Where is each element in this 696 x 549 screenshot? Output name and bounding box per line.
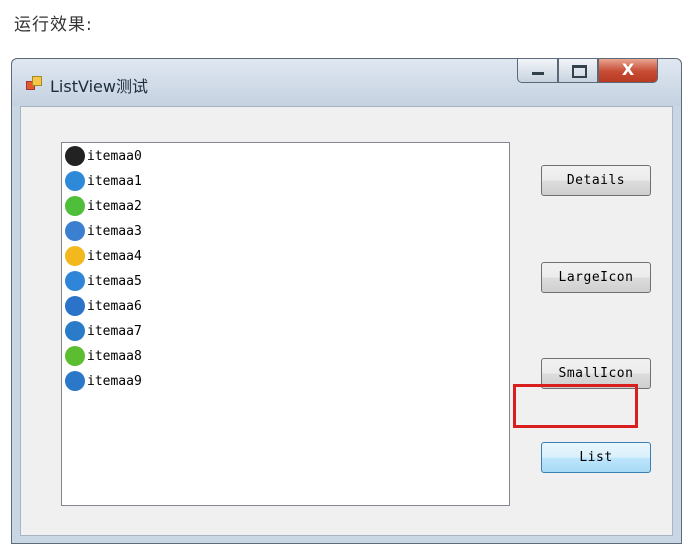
- list-item[interactable]: itemaa8: [65, 346, 142, 366]
- window-title: ListView测试: [50, 77, 148, 96]
- qq-yellow-icon: [65, 246, 85, 266]
- large-icon-button[interactable]: LargeIcon: [541, 262, 651, 293]
- close-icon: X: [621, 60, 635, 79]
- minimize-button[interactable]: [517, 59, 558, 83]
- maximize-icon: [572, 65, 587, 78]
- qq-green-icon: [65, 196, 85, 216]
- list-item[interactable]: itemaa7: [65, 321, 142, 341]
- list-item[interactable]: itemaa0: [65, 146, 142, 166]
- listview[interactable]: itemaa0 itemaa1 itemaa2 itemaa3 itemaa4 …: [61, 142, 510, 506]
- title-bar[interactable]: ListView测试 X: [12, 59, 681, 106]
- highlight-box: [513, 384, 638, 428]
- list-item[interactable]: itemaa1: [65, 171, 142, 191]
- list-item-label: itemaa1: [87, 173, 142, 189]
- list-item-label: itemaa9: [87, 373, 142, 389]
- listview-test-window: ListView测试 X itemaa0 itemaa1 itemaa2 ite…: [11, 58, 682, 544]
- qq-search-icon: [65, 371, 85, 391]
- qq-blue-icon: [65, 171, 85, 191]
- caption-text: 运行效果:: [14, 15, 93, 35]
- list-item-label: itemaa5: [87, 273, 142, 289]
- qq-star-icon: [65, 296, 85, 316]
- qq-penguin-icon: [65, 146, 85, 166]
- qq-blue-icon: [65, 321, 85, 341]
- list-item[interactable]: itemaa2: [65, 196, 142, 216]
- list-item[interactable]: itemaa4: [65, 246, 142, 266]
- close-button[interactable]: X: [598, 59, 658, 83]
- minimize-icon: [532, 72, 544, 75]
- list-item[interactable]: itemaa6: [65, 296, 142, 316]
- list-item-label: itemaa3: [87, 223, 142, 239]
- list-item-label: itemaa7: [87, 323, 142, 339]
- qq-blue-icon: [65, 271, 85, 291]
- maximize-button[interactable]: [558, 59, 598, 83]
- client-area: itemaa0 itemaa1 itemaa2 itemaa3 itemaa4 …: [20, 106, 673, 536]
- details-button[interactable]: Details: [541, 165, 651, 196]
- list-item-label: itemaa8: [87, 348, 142, 364]
- list-item-label: itemaa6: [87, 298, 142, 314]
- list-item-label: itemaa0: [87, 148, 142, 164]
- qq-green-icon: [65, 346, 85, 366]
- list-item-label: itemaa4: [87, 248, 142, 264]
- qq-blue-icon: [65, 221, 85, 241]
- list-item[interactable]: itemaa3: [65, 221, 142, 241]
- app-icon: [26, 76, 42, 90]
- list-item[interactable]: itemaa9: [65, 371, 142, 391]
- list-button[interactable]: List: [541, 442, 651, 473]
- list-item-label: itemaa2: [87, 198, 142, 214]
- list-item[interactable]: itemaa5: [65, 271, 142, 291]
